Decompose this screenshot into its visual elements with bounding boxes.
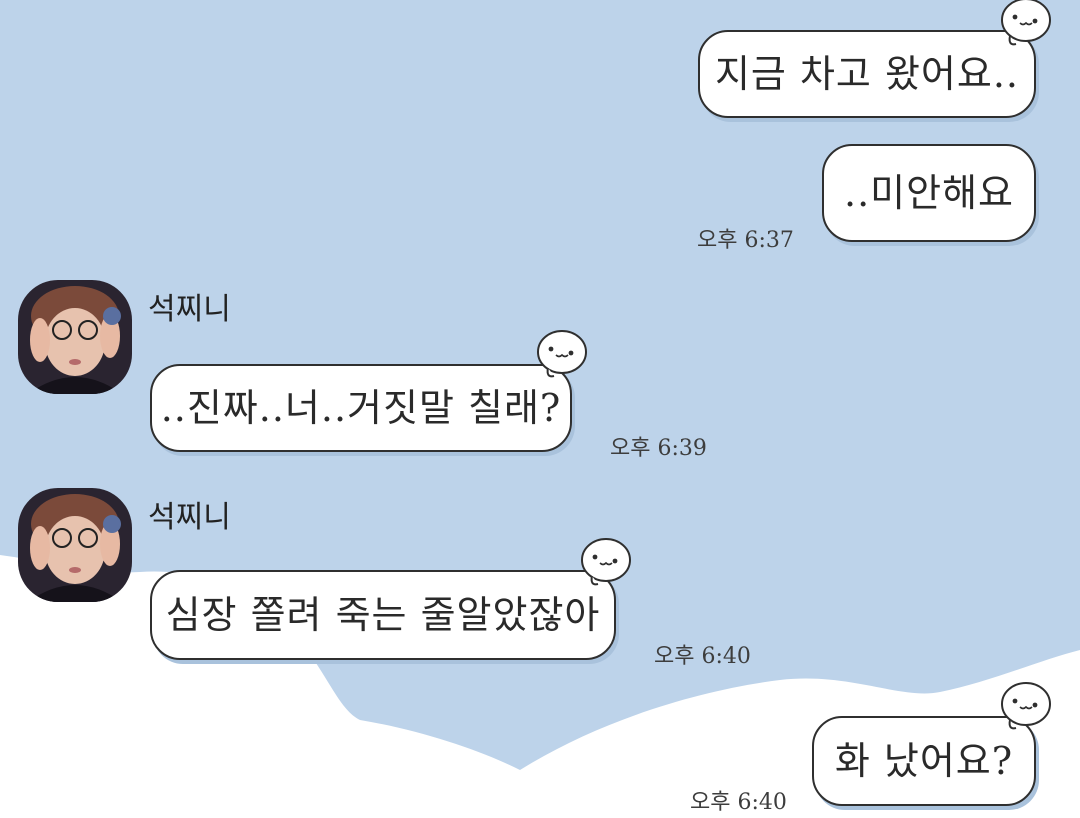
message-timestamp: 오후 6:40	[690, 790, 787, 815]
message-timestamp: 오후 6:37	[697, 228, 794, 253]
mascot-face-icon	[581, 538, 631, 586]
mascot-face-icon	[1001, 682, 1051, 730]
sender-name: 석찌니	[148, 500, 231, 535]
message-text: 심장 쫄려 죽는 줄알았잖아	[165, 593, 601, 637]
avatar-photo	[18, 488, 132, 602]
avatar[interactable]	[18, 488, 132, 602]
message-timestamp: 오후 6:39	[610, 436, 707, 461]
message-bubble-outgoing[interactable]: 지금 차고 왔어요..	[698, 30, 1036, 118]
message-text: 지금 차고 왔어요..	[714, 52, 1020, 96]
sender-name: 석찌니	[148, 292, 231, 327]
message-text: 화 났어요?	[834, 739, 1014, 783]
message-bubble-incoming[interactable]: ..진짜..너..거짓말 칠래?	[150, 364, 572, 452]
message-text: ..진짜..너..거짓말 칠래?	[160, 386, 562, 430]
message-text: ..미안해요	[844, 171, 1014, 215]
mascot-face-icon	[1001, 0, 1051, 46]
avatar-photo	[18, 280, 132, 394]
message-bubble-outgoing[interactable]: ..미안해요	[822, 144, 1036, 242]
mascot-face-icon	[537, 330, 587, 378]
message-bubble-incoming[interactable]: 심장 쫄려 죽는 줄알았잖아	[150, 570, 616, 660]
message-timestamp: 오후 6:40	[654, 644, 751, 669]
avatar[interactable]	[18, 280, 132, 394]
